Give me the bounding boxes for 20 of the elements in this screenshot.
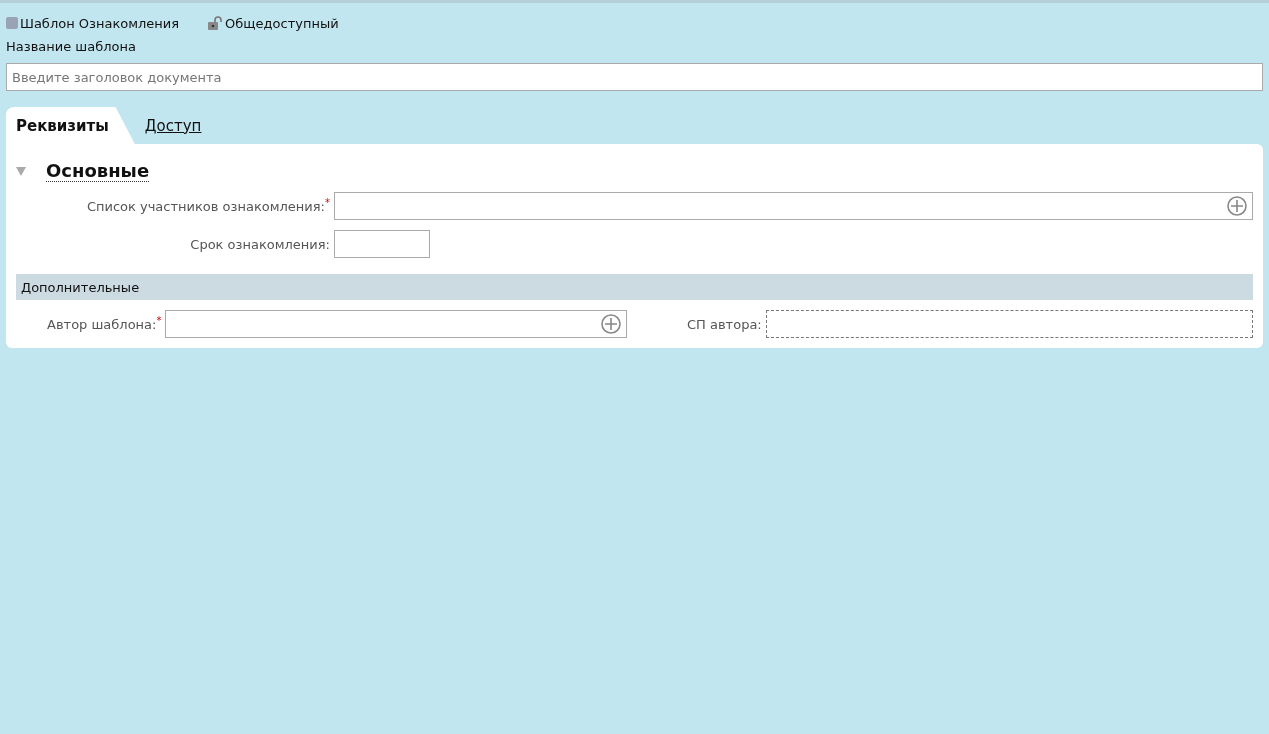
section-title[interactable]: Основные	[46, 160, 150, 182]
add-icon[interactable]	[1227, 196, 1247, 216]
template-name-label: Название шаблона	[6, 39, 137, 56]
participants-field[interactable]	[334, 192, 1253, 220]
section-title: Дополнительные	[21, 279, 140, 295]
document-type-icon	[6, 17, 18, 29]
add-icon[interactable]	[601, 314, 621, 334]
tab[interactable]: Реквизиты	[6, 107, 135, 144]
field-label: Список участников ознакомления:$^{*}$	[85, 197, 331, 215]
author-field[interactable]	[165, 310, 627, 338]
access-label: Общедоступный	[225, 15, 339, 31]
date-field[interactable]	[334, 230, 430, 258]
field-label: СП автора:	[687, 316, 763, 332]
unlocked-padlock-icon	[207, 15, 224, 31]
field-label: Автор шаблона:$^{*}$	[47, 315, 163, 333]
template-name-field[interactable]: Введите заголовок документа	[6, 63, 1263, 91]
template-type-label: Шаблон Ознакомления	[20, 15, 180, 31]
field-label: Срок ознакомления:	[189, 236, 331, 252]
collapse-triangle-icon[interactable]	[16, 166, 26, 176]
tab[interactable]: Доступ	[134, 107, 212, 144]
